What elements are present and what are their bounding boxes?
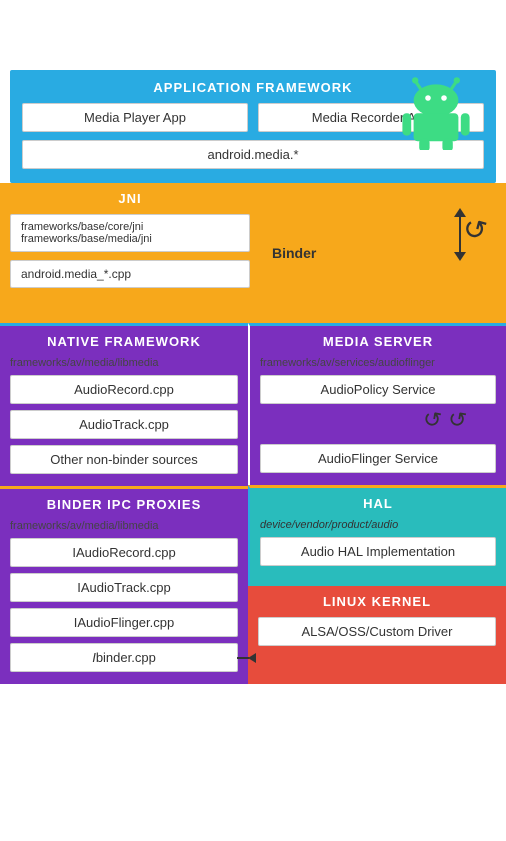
ibinder-row: Ibinder.cpp xyxy=(10,643,238,672)
alsa-oss-box: ALSA/OSS/Custom Driver xyxy=(258,617,496,646)
media-server-title: MEDIA SERVER xyxy=(260,334,496,349)
audio-hal-box: Audio HAL Implementation xyxy=(260,537,496,566)
arrow-up-icon xyxy=(454,208,466,217)
binder-label: Binder xyxy=(272,245,316,261)
arrow-head-left-icon xyxy=(248,653,256,663)
hal-section: HAL device/vendor/product/audio Audio HA… xyxy=(248,485,506,586)
jni-section: JNI frameworks/base/core/jni frameworks/… xyxy=(0,183,260,323)
media-server-path: frameworks/av/services/audioflinger xyxy=(260,357,496,369)
ibinder-box: Ibinder.cpp xyxy=(10,643,238,672)
iaudio-flinger-label: IAudioFlinger.cpp xyxy=(74,615,174,630)
jni-path2: frameworks/base/media/jni xyxy=(21,233,239,245)
kernel-section: LINUX KERNEL ALSA/OSS/Custom Driver xyxy=(248,586,506,684)
audio-track-label: AudioTrack.cpp xyxy=(79,417,169,432)
curved-arrow-right-icon: ↻ xyxy=(445,406,468,435)
hal-title: HAL xyxy=(260,496,496,511)
jni-cpp-box: android.media_*.cpp xyxy=(10,260,250,288)
hal-path: device/vendor/product/audio xyxy=(260,519,496,531)
alsa-oss-label: ALSA/OSS/Custom Driver xyxy=(302,624,453,639)
arrow-down-icon xyxy=(454,252,466,261)
jni-path1: frameworks/base/core/jni xyxy=(21,221,239,233)
jni-binder-row: JNI frameworks/base/core/jni frameworks/… xyxy=(0,183,506,323)
jni-paths-box: frameworks/base/core/jni frameworks/base… xyxy=(10,214,250,252)
other-non-binder-box: Other non-binder sources xyxy=(10,445,238,474)
iaudio-track-label: IAudioTrack.cpp xyxy=(77,580,170,595)
audio-flinger-label: AudioFlinger Service xyxy=(318,451,438,466)
binder-ipc-section: BINDER IPC PROXIES frameworks/av/media/l… xyxy=(0,486,248,684)
iaudio-record-label: IAudioRecord.cpp xyxy=(72,545,175,560)
audio-policy-box: AudioPolicy Service xyxy=(260,375,496,404)
audio-track-cpp-box: AudioTrack.cpp xyxy=(10,410,238,439)
native-framework-title: NATIVE FRAMEWORK xyxy=(10,334,238,349)
media-player-box: Media Player App xyxy=(22,103,248,132)
audio-hal-label: Audio HAL Implementation xyxy=(301,544,455,559)
iaudio-record-box: IAudioRecord.cpp xyxy=(10,538,238,567)
jni-title: JNI xyxy=(10,191,250,206)
audio-record-cpp-box: AudioRecord.cpp xyxy=(10,375,238,404)
binder-area: Binder ↺ xyxy=(260,183,506,323)
audio-record-label: AudioRecord.cpp xyxy=(74,382,174,397)
other-non-binder-label: Other non-binder sources xyxy=(50,452,197,467)
kernel-title: LINUX KERNEL xyxy=(258,594,496,609)
right-column: MEDIA SERVER frameworks/av/services/audi… xyxy=(248,323,506,684)
android-logo xyxy=(396,70,476,150)
media-server-section: MEDIA SERVER frameworks/av/services/audi… xyxy=(248,323,506,485)
native-framework-section: NATIVE FRAMEWORK frameworks/av/media/lib… xyxy=(0,323,248,486)
curved-arrow-left-icon: ↺ xyxy=(420,406,443,435)
service-arrows: ↻ ↺ xyxy=(260,412,496,440)
ibinder-arrow-icon xyxy=(237,653,256,663)
left-column: NATIVE FRAMEWORK frameworks/av/media/lib… xyxy=(0,323,248,684)
jni-cpp: android.media_*.cpp xyxy=(21,267,131,281)
binder-ipc-path: frameworks/av/media/libmedia xyxy=(10,520,238,532)
binder-ipc-title: BINDER IPC PROXIES xyxy=(10,497,238,512)
iaudio-track-box: IAudioTrack.cpp xyxy=(10,573,238,602)
bottom-section: NATIVE FRAMEWORK frameworks/av/media/lib… xyxy=(0,323,506,684)
audio-flinger-box: AudioFlinger Service xyxy=(260,444,496,473)
audio-policy-label: AudioPolicy Service xyxy=(321,382,436,397)
native-framework-path: frameworks/av/media/libmedia xyxy=(10,357,238,369)
ibinder-label2: binder.cpp xyxy=(96,650,156,665)
iaudio-flinger-box: IAudioFlinger.cpp xyxy=(10,608,238,637)
